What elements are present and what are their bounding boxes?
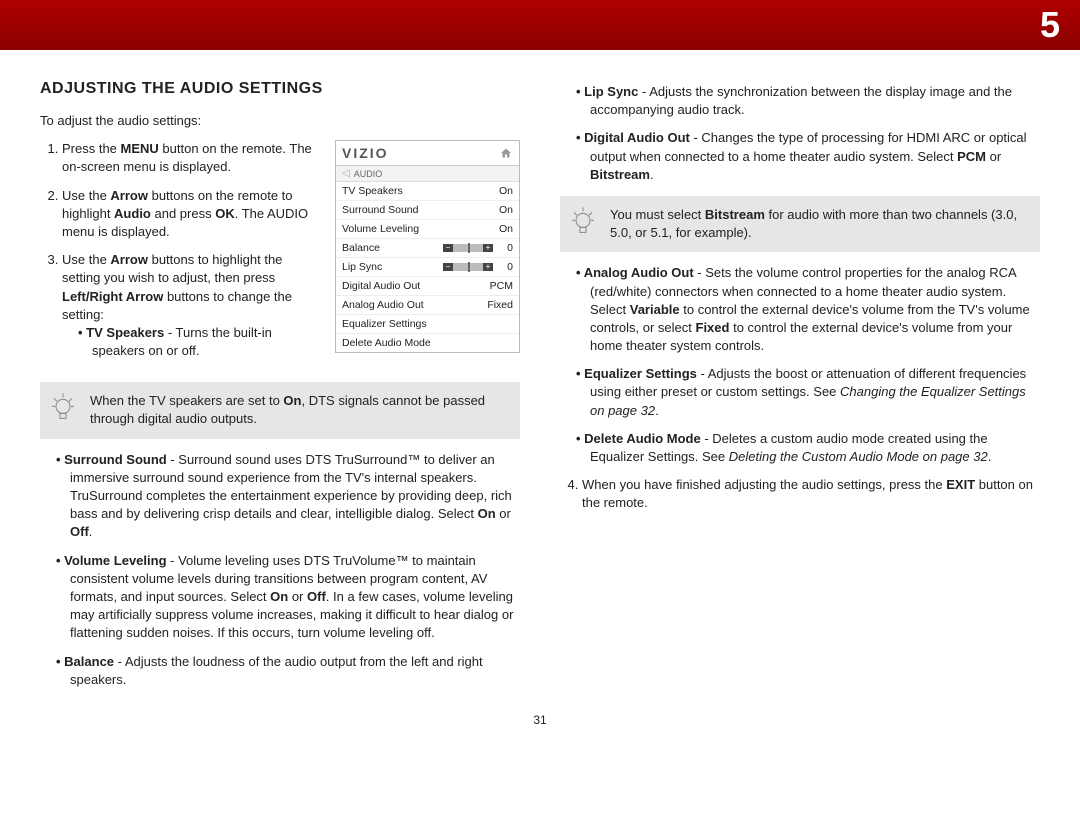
- menu-row-label: Analog Audio Out: [342, 299, 424, 311]
- menu-breadcrumb: ◁ AUDIO: [336, 166, 519, 182]
- intro-text: To adjust the audio settings:: [40, 112, 520, 130]
- page-number: 31: [0, 713, 1080, 727]
- bullet-volume-leveling: Volume Leveling - Volume leveling uses D…: [70, 552, 520, 643]
- menu-header: VIZIO: [336, 141, 519, 166]
- chapter-number: 5: [1040, 4, 1060, 46]
- menu-row: Volume Leveling On: [336, 220, 519, 239]
- menu-row-label: Delete Audio Mode: [342, 337, 431, 349]
- menu-row: Equalizer Settings: [336, 315, 519, 334]
- column-left: ADJUSTING THE AUDIO SETTINGS To adjust t…: [40, 80, 520, 699]
- chapter-header: 5: [0, 0, 1080, 50]
- note-dts: When the TV speakers are set to On, DTS …: [40, 382, 520, 438]
- settings-bullets-3: Lip Sync - Adjusts the synchronization b…: [590, 83, 1040, 184]
- menu-rows: TV SpeakersOnSurround SoundOnVolume Leve…: [336, 182, 519, 352]
- bullet-lipsync: Lip Sync - Adjusts the synchronization b…: [590, 83, 1040, 119]
- menu-row-label: Lip Sync: [342, 261, 382, 273]
- page-content: ADJUSTING THE AUDIO SETTINGS To adjust t…: [0, 50, 1080, 709]
- lightbulb-icon: [570, 207, 596, 242]
- bullet-digital-audio-out: Digital Audio Out - Changes the type of …: [590, 129, 1040, 184]
- menu-row: Surround Sound On: [336, 201, 519, 220]
- settings-bullets-4: Analog Audio Out - Sets the volume contr…: [590, 264, 1040, 466]
- menu-row: Lip Sync −+0: [336, 258, 519, 277]
- menu-row: Delete Audio Mode: [336, 334, 519, 352]
- bullet-balance: Balance - Adjusts the loudness of the au…: [70, 653, 520, 689]
- menu-row: Analog Audio Out Fixed: [336, 296, 519, 315]
- menu-row-label: Digital Audio Out: [342, 280, 420, 292]
- menu-row-value: On: [499, 223, 513, 235]
- brand-logo: VIZIO: [342, 145, 389, 161]
- menu-row: Digital Audio Out PCM: [336, 277, 519, 296]
- menu-row-label: Balance: [342, 242, 380, 254]
- menu-row-value: Fixed: [487, 299, 513, 311]
- menu-row-label: Volume Leveling: [342, 223, 419, 235]
- menu-row-value: −+0: [443, 242, 513, 254]
- bullet-delete-audio-mode: Delete Audio Mode - Deletes a custom aud…: [590, 430, 1040, 466]
- menu-row-label: Surround Sound: [342, 204, 418, 216]
- slider-control: −+: [443, 263, 493, 271]
- menu-row-label: TV Speakers: [342, 185, 403, 197]
- slider-control: −+: [443, 244, 493, 252]
- column-right: Lip Sync - Adjusts the synchronization b…: [560, 80, 1040, 699]
- menu-crumb-label: AUDIO: [354, 169, 383, 179]
- lightbulb-icon: [50, 393, 76, 428]
- menu-row-value: −+0: [443, 261, 513, 273]
- menu-row-label: Equalizer Settings: [342, 318, 427, 330]
- menu-row-value: On: [499, 185, 513, 197]
- bullet-analog-audio-out: Analog Audio Out - Sets the volume contr…: [590, 264, 1040, 355]
- home-icon: [499, 147, 513, 159]
- back-icon: ◁: [342, 168, 350, 179]
- note-bitstream: You must select Bitstream for audio with…: [560, 196, 1040, 252]
- menu-row-value: On: [499, 204, 513, 216]
- menu-row-value: PCM: [490, 280, 513, 292]
- section-heading: ADJUSTING THE AUDIO SETTINGS: [40, 80, 520, 98]
- settings-bullets-2: Surround Sound - Surround sound uses DTS…: [70, 451, 520, 689]
- bullet-surround: Surround Sound - Surround sound uses DTS…: [70, 451, 520, 542]
- bullet-equalizer: Equalizer Settings - Adjusts the boost o…: [590, 365, 1040, 420]
- steps-list-cont: When you have finished adjusting the aud…: [582, 476, 1040, 512]
- audio-menu-mock: VIZIO ◁ AUDIO TV SpeakersOnSurround Soun…: [335, 140, 520, 353]
- step-4: When you have finished adjusting the aud…: [582, 476, 1040, 512]
- menu-row: Balance −+0: [336, 239, 519, 258]
- menu-row: TV Speakers On: [336, 182, 519, 201]
